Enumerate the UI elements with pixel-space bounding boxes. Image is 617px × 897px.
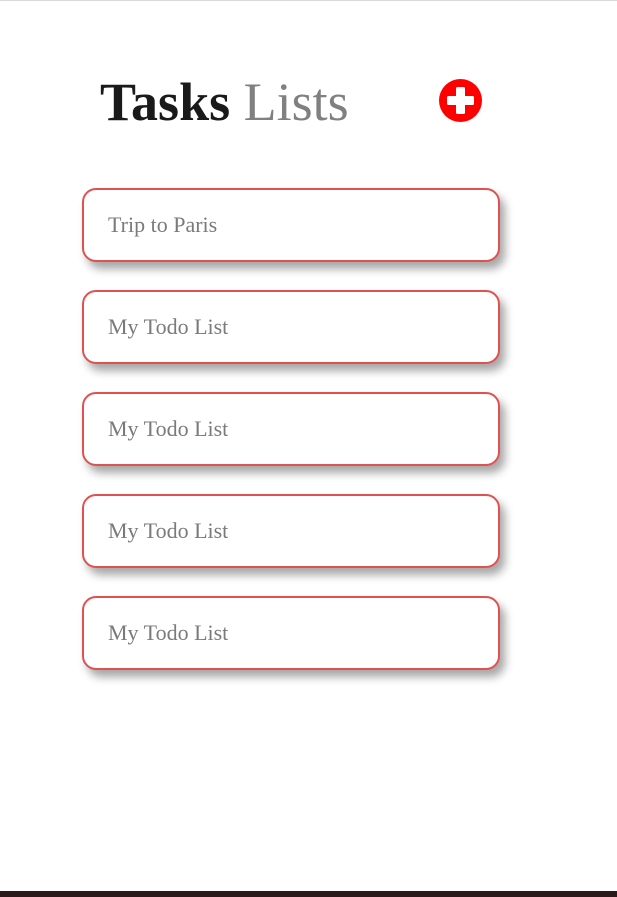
add-list-button[interactable]	[439, 79, 482, 122]
list-item-label: My Todo List	[108, 314, 229, 339]
list-item-label: My Todo List	[108, 620, 229, 645]
title-light: Lists	[243, 72, 349, 132]
list-item[interactable]: My Todo List	[82, 494, 500, 568]
list-item[interactable]: My Todo List	[82, 392, 500, 466]
page-header: Tasks Lists	[100, 70, 349, 134]
task-lists: Trip to Paris My Todo List My Todo List …	[82, 188, 500, 698]
page: Tasks Lists Trip to Paris My Todo List M…	[0, 0, 617, 897]
title-strong: Tasks	[100, 72, 231, 132]
list-item[interactable]: My Todo List	[82, 290, 500, 364]
list-item[interactable]: Trip to Paris	[82, 188, 500, 262]
top-divider	[0, 0, 617, 1]
page-title: Tasks Lists	[100, 70, 349, 134]
list-item-label: My Todo List	[108, 416, 229, 441]
list-item[interactable]: My Todo List	[82, 596, 500, 670]
plus-circle-icon	[447, 87, 474, 114]
bottom-bar	[0, 891, 617, 897]
list-item-label: Trip to Paris	[108, 212, 218, 237]
list-item-label: My Todo List	[108, 518, 229, 543]
